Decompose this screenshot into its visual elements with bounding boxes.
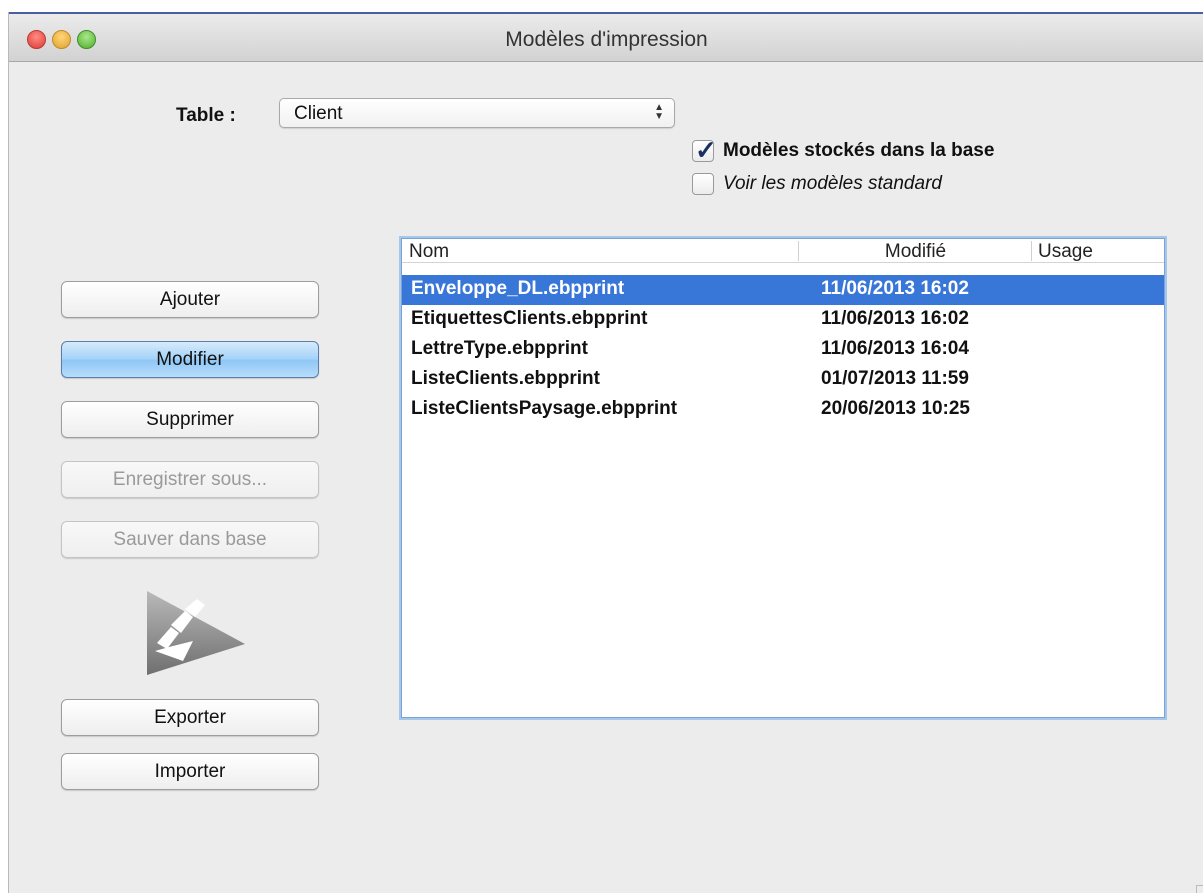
window-title: Modèles d'impression	[505, 28, 708, 51]
column-header-name[interactable]: Nom	[409, 241, 449, 263]
show-standard-option[interactable]: Voir les modèles standard	[692, 173, 942, 195]
delete-button[interactable]: Supprimer	[61, 401, 319, 438]
row-name: ListeClients.ebpprint	[411, 368, 600, 389]
row-modified: 11/06/2013 16:02	[821, 278, 969, 299]
row-name: ListeClientsPaysage.ebpprint	[411, 398, 678, 419]
column-header-usage[interactable]: Usage	[1031, 241, 1157, 262]
table-select-value: Client	[294, 103, 343, 124]
list-row[interactable]: Enveloppe_DL.ebpprint 11/06/2013 16:02	[402, 275, 1164, 305]
checkmark-icon: ✓	[695, 135, 717, 165]
table-label: Table :	[176, 105, 236, 126]
ebp-logo-icon	[147, 591, 245, 675]
stored-in-db-option[interactable]: ✓ Modèles stockés dans la base	[692, 135, 995, 165]
row-modified: 11/06/2013 16:02	[821, 308, 969, 329]
row-name: Enveloppe_DL.ebpprint	[411, 278, 625, 299]
add-button[interactable]: Ajouter	[61, 281, 319, 318]
list-row[interactable]: EtiquettesClients.ebpprint 11/06/2013 16…	[402, 305, 1164, 335]
list-header: Nom Modifié Usage	[402, 239, 1164, 263]
row-name: EtiquettesClients.ebpprint	[411, 308, 648, 329]
stored-in-db-checkbox[interactable]: ✓	[692, 135, 717, 165]
table-select[interactable]: Client ▲ ▼	[279, 98, 675, 128]
templates-list[interactable]: Nom Modifié Usage Enveloppe_DL.ebpprint …	[401, 238, 1165, 718]
list-row[interactable]: ListeClientsPaysage.ebpprint 20/06/2013 …	[402, 395, 1164, 425]
row-name: LettreType.ebpprint	[411, 338, 588, 359]
title-bar[interactable]: Modèles d'impression	[9, 12, 1203, 62]
updown-arrows-icon: ▲ ▼	[654, 102, 664, 122]
print-templates-window: Modèles d'impression Table : Client ▲ ▼ ✓…	[8, 12, 1203, 893]
modify-button[interactable]: Modifier	[61, 341, 319, 378]
show-standard-label: Voir les modèles standard	[723, 173, 942, 194]
save-as-button[interactable]: Enregistrer sous...	[61, 461, 319, 498]
column-header-modified[interactable]: Modifié	[798, 241, 1032, 262]
row-modified: 01/07/2013 11:59	[821, 368, 969, 389]
resize-handle[interactable]	[1196, 885, 1203, 893]
list-row[interactable]: LettreType.ebpprint 11/06/2013 16:04	[402, 335, 1164, 365]
stored-in-db-label: Modèles stockés dans la base	[723, 140, 995, 161]
list-row[interactable]: ListeClients.ebpprint 01/07/2013 11:59	[402, 365, 1164, 395]
save-in-db-button[interactable]: Sauver dans base	[61, 521, 319, 558]
import-button[interactable]: Importer	[61, 753, 319, 790]
row-modified: 20/06/2013 10:25	[821, 398, 970, 419]
row-modified: 11/06/2013 16:04	[821, 338, 969, 359]
show-standard-checkbox[interactable]	[692, 173, 714, 195]
export-button[interactable]: Exporter	[61, 699, 319, 736]
